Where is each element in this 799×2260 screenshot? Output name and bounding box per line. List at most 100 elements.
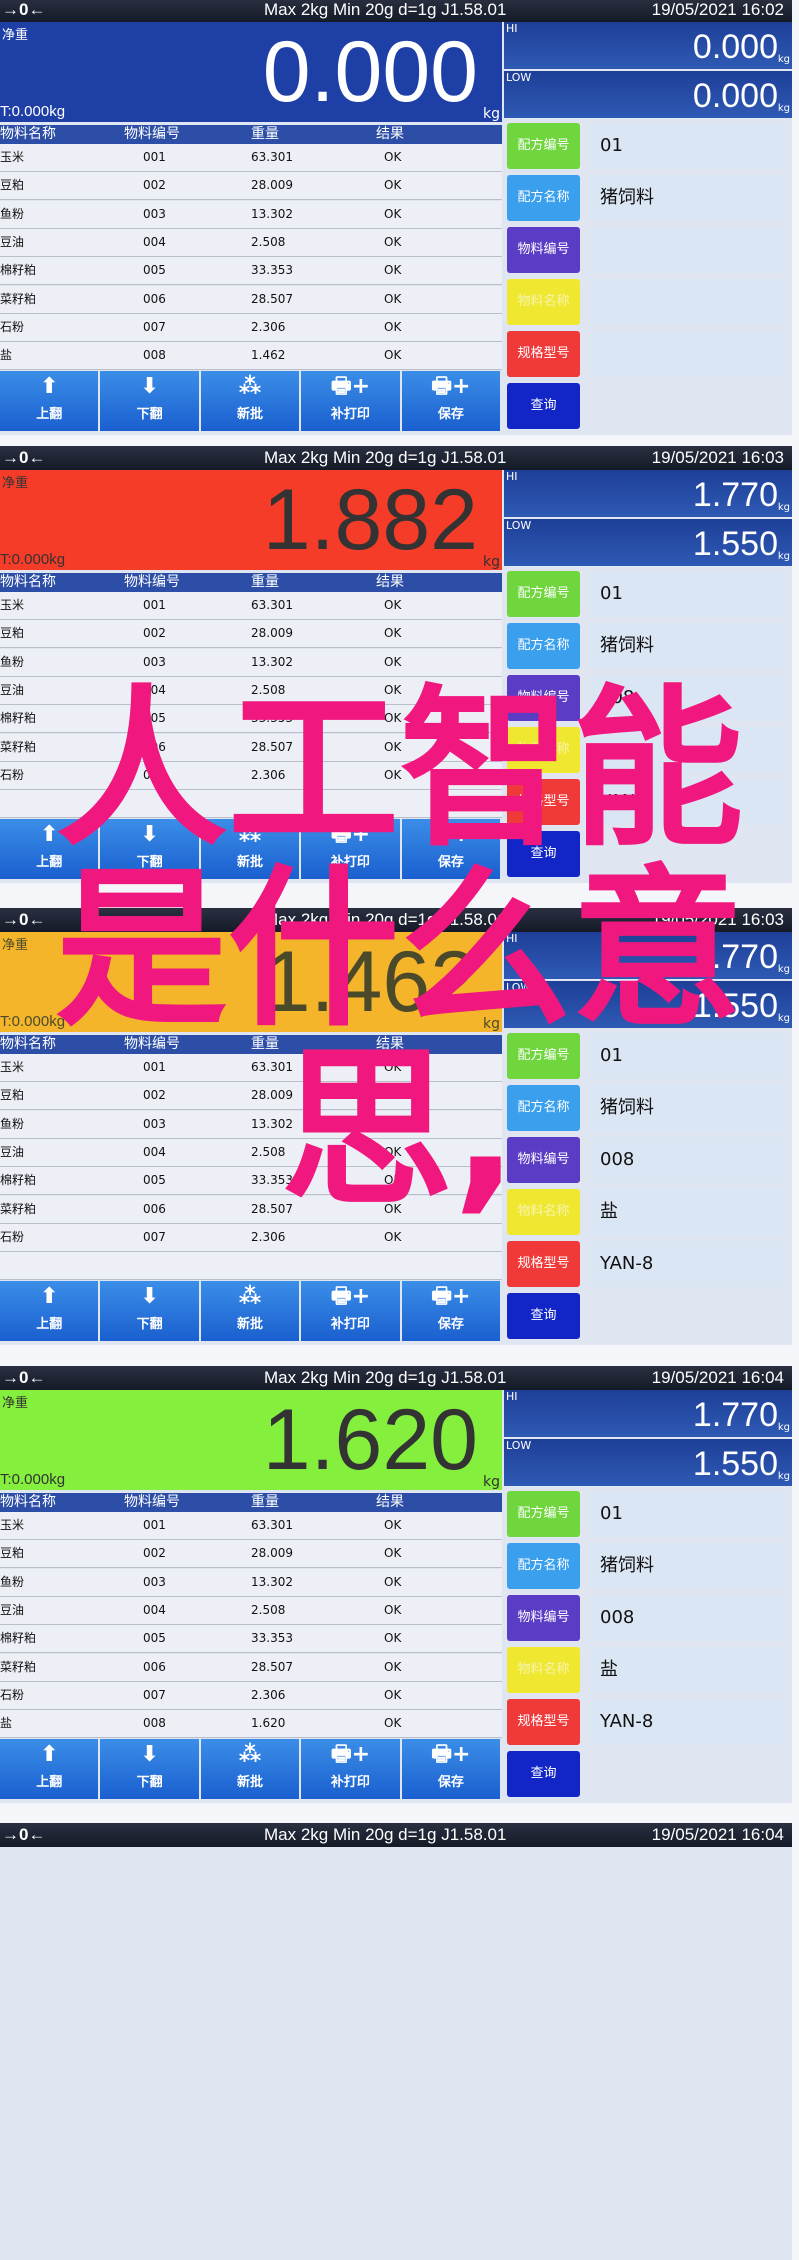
side-button[interactable]: 配方名称 bbox=[507, 175, 580, 221]
table-row[interactable]: 石粉 007 2.306 OK bbox=[0, 1681, 502, 1710]
action-button[interactable]: ⬆ 上翻 bbox=[0, 1739, 99, 1799]
table-cell: 13.302 bbox=[251, 1116, 293, 1131]
table-row[interactable]: 玉米 001 63.301 OK bbox=[0, 592, 502, 620]
action-button[interactable]: ⁂ 新批 bbox=[200, 819, 300, 879]
table-cell: OK bbox=[384, 1687, 402, 1702]
table-row[interactable]: 盐 008 1.620 OK bbox=[0, 1710, 502, 1739]
table-row[interactable]: 玉米 001 63.301 OK bbox=[0, 144, 502, 172]
side-button[interactable]: 查询 bbox=[507, 1751, 580, 1797]
table-row[interactable]: 菜籽粕 006 28.507 OK bbox=[0, 1653, 502, 1682]
table-row[interactable]: 鱼粉 003 13.302 OK bbox=[0, 1110, 502, 1139]
side-button[interactable]: 物料名称 bbox=[507, 1189, 580, 1235]
side-button[interactable]: 配方名称 bbox=[507, 623, 580, 669]
table-cell: 006 bbox=[143, 291, 166, 306]
table-row[interactable]: 玉米 001 63.301 OK bbox=[0, 1512, 502, 1540]
action-button[interactable]: ⬇ 下翻 bbox=[100, 1281, 199, 1341]
side-button[interactable]: 物料名称 bbox=[507, 1647, 580, 1693]
side-button[interactable]: 规格型号 bbox=[507, 1699, 580, 1745]
action-button[interactable]: ⬇ 下翻 bbox=[100, 371, 199, 431]
table-row[interactable]: 豆粕 002 28.009 OK bbox=[0, 1082, 502, 1111]
action-bar: ⬆ 上翻 ⬇ 下翻 ⁂ 新批 🖶+ 补打印 🖶+ 保存 bbox=[0, 371, 502, 431]
action-button[interactable]: 🖶+ 补打印 bbox=[301, 819, 400, 879]
table-row[interactable]: 豆油 004 2.508 OK bbox=[0, 1596, 502, 1625]
table-row[interactable]: 豆油 004 2.508 OK bbox=[0, 228, 502, 257]
button-label: 补打印 bbox=[330, 855, 370, 870]
scale-screen-panel: →0← Max 2kg Min 20g d=1g J1.58.01 19/05/20… bbox=[0, 1823, 792, 2260]
table-row[interactable]: 玉米 001 63.301 OK bbox=[0, 1054, 502, 1082]
side-button[interactable]: 查询 bbox=[507, 831, 580, 877]
side-button[interactable]: 配方名称 bbox=[507, 1543, 580, 1589]
table-cell: 28.507 bbox=[251, 1659, 293, 1674]
action-button[interactable]: ⁂ 新批 bbox=[200, 1739, 300, 1799]
printer-plus-icon: 🖶+ bbox=[431, 1742, 471, 1767]
action-button[interactable]: 🖶+ 补打印 bbox=[301, 1281, 400, 1341]
table-row[interactable]: 菜籽粕 006 28.507 OK bbox=[0, 1195, 502, 1224]
action-button[interactable]: 🖶+ 补打印 bbox=[301, 1739, 400, 1799]
side-button[interactable]: 配方编号 bbox=[507, 1033, 580, 1079]
side-button[interactable]: 配方编号 bbox=[507, 1491, 580, 1537]
side-button[interactable]: 配方编号 bbox=[507, 571, 580, 617]
save-button[interactable]: 🖶+ 保存 bbox=[401, 819, 501, 879]
table-row[interactable]: 棉籽粕 005 33.353 OK bbox=[0, 1625, 502, 1654]
action-button[interactable]: ⁂ 新批 bbox=[200, 371, 300, 431]
side-button[interactable]: 查询 bbox=[507, 383, 580, 429]
action-button[interactable]: ⬇ 下翻 bbox=[100, 1739, 199, 1799]
side-button[interactable]: 配方名称 bbox=[507, 1085, 580, 1131]
table-row[interactable]: 鱼粉 003 13.302 OK bbox=[0, 648, 502, 677]
side-button[interactable]: 物料编号 bbox=[507, 227, 580, 273]
side-button[interactable]: 物料编号 bbox=[507, 675, 580, 721]
action-button[interactable]: ⬆ 上翻 bbox=[0, 819, 99, 879]
table-row[interactable]: 石粉 007 2.306 OK bbox=[0, 1223, 502, 1252]
action-button[interactable]: ⬆ 上翻 bbox=[0, 371, 99, 431]
table-row[interactable] bbox=[0, 1252, 502, 1281]
info-value: YAN-8 bbox=[590, 1699, 785, 1745]
side-button[interactable]: 配方编号 bbox=[507, 123, 580, 169]
save-button[interactable]: 🖶+ 保存 bbox=[401, 1739, 501, 1799]
save-button[interactable]: 🖶+ 保存 bbox=[401, 1281, 501, 1341]
table-row[interactable]: 豆粕 002 28.009 OK bbox=[0, 1540, 502, 1569]
table-row[interactable]: 棉籽粕 005 33.353 OK bbox=[0, 705, 502, 734]
hi-unit: kg bbox=[777, 964, 790, 975]
table-row[interactable] bbox=[0, 790, 502, 819]
action-button[interactable]: ⬇ 下翻 bbox=[100, 819, 199, 879]
table-row[interactable]: 鱼粉 003 13.302 OK bbox=[0, 1568, 502, 1597]
table-row[interactable]: 石粉 007 2.306 OK bbox=[0, 761, 502, 790]
table-row[interactable]: 菜籽粕 006 28.507 OK bbox=[0, 285, 502, 314]
side-button[interactable]: 物料编号 bbox=[507, 1595, 580, 1641]
side-button[interactable]: 物料名称 bbox=[507, 727, 580, 773]
button-label: 下翻 bbox=[136, 1317, 163, 1332]
table-row[interactable]: 菜籽粕 006 28.507 OK bbox=[0, 733, 502, 762]
scale-screen-panel: →0← Max 2kg Min 20g d=1g J1.58.01 19/05/20… bbox=[0, 1366, 792, 1803]
action-bar: ⬆ 上翻 ⬇ 下翻 ⁂ 新批 🖶+ 补打印 🖶+ 保存 bbox=[0, 1739, 502, 1799]
table-row[interactable]: 豆油 004 2.508 OK bbox=[0, 1138, 502, 1167]
action-button[interactable]: ⁂ 新批 bbox=[200, 1281, 300, 1341]
table-row[interactable]: 豆粕 002 28.009 OK bbox=[0, 620, 502, 649]
table-cell: 菜籽粕 bbox=[0, 1659, 37, 1674]
table-cell: 玉米 bbox=[0, 150, 25, 164]
side-button[interactable]: 规格型号 bbox=[507, 331, 580, 377]
table-cell: OK bbox=[384, 1116, 402, 1131]
side-button[interactable]: 物料编号 bbox=[507, 1137, 580, 1183]
side-button[interactable]: 规格型号 bbox=[507, 1241, 580, 1287]
table-row[interactable]: 石粉 007 2.306 OK bbox=[0, 313, 502, 342]
info-value: 猪饲料 bbox=[590, 623, 785, 669]
table-row[interactable]: 鱼粉 003 13.302 OK bbox=[0, 200, 502, 229]
table-cell: 006 bbox=[143, 1659, 166, 1674]
status-bar: →0← Max 2kg Min 20g d=1g J1.58.01 19/05/20… bbox=[0, 446, 792, 470]
table-cell: 13.302 bbox=[251, 206, 293, 221]
action-button[interactable]: 🖶+ 补打印 bbox=[301, 371, 400, 431]
side-button[interactable]: 查询 bbox=[507, 1293, 580, 1339]
scale-screen-panel: →0← Max 2kg Min 20g d=1g J1.58.01 19/05/20… bbox=[0, 0, 792, 435]
side-button[interactable]: 规格型号 bbox=[507, 779, 580, 825]
table-row[interactable]: 豆粕 002 28.009 OK bbox=[0, 172, 502, 201]
table-cell: 004 bbox=[143, 682, 166, 697]
table-row[interactable]: 豆油 004 2.508 OK bbox=[0, 676, 502, 705]
save-button[interactable]: 🖶+ 保存 bbox=[401, 371, 501, 431]
table-row[interactable]: 盐 008 1.462 OK bbox=[0, 342, 502, 371]
table-header: 物料名称 物料编号 重量 结果 bbox=[0, 1493, 502, 1512]
side-button[interactable]: 物料名称 bbox=[507, 279, 580, 325]
action-button[interactable]: ⬆ 上翻 bbox=[0, 1281, 99, 1341]
table-row[interactable]: 棉籽粕 005 33.353 OK bbox=[0, 1167, 502, 1196]
column-header: 重量 bbox=[251, 574, 279, 590]
table-row[interactable]: 棉籽粕 005 33.353 OK bbox=[0, 257, 502, 286]
